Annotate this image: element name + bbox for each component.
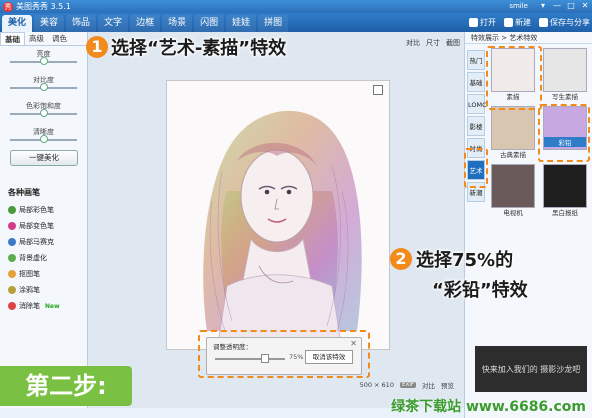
step1-annotation: 1 选择“艺术-素描”特效 [86,34,286,60]
brush-mosaic[interactable]: 局部马赛克 [8,234,60,250]
site-watermark: 绿茶下载站 www.6686.com [391,399,586,415]
step2-annotation: 2 选择75%的 [390,246,513,272]
preview-toggle[interactable]: 预览 [441,380,454,390]
step1-number: 1 [86,36,108,58]
effect-thumb-newspaper[interactable]: 黑白报纸 [543,164,587,217]
brush-icon [8,206,16,214]
save-icon [539,18,548,27]
brush-eraser[interactable]: 消除笔 New [8,298,60,314]
category-basic[interactable]: 基础 [467,72,485,92]
contrast-slider[interactable]: 对比度 [0,72,87,98]
ad-banner[interactable]: 快来加入我们的 摄影沙龙吧 [475,346,587,392]
step2-number: 2 [390,248,412,270]
app-logo-icon: 秀 [3,1,13,12]
brush-section-title: 各种画笔 [8,188,40,197]
sketch-portrait-image [167,81,389,349]
sharpness-slider[interactable]: 清晰度 [0,124,87,150]
highlight-sketch-thumb [486,46,542,110]
main-tab-bar: 美化 美容 饰品 文字 边框 场景 闪图 娃娃 拼图 打开 新建 保存与分享 [0,13,592,32]
slider-knob[interactable] [40,83,48,91]
canvas-toolbar: 对比 尺寸 截图 [406,38,460,48]
eraser-icon [8,302,16,310]
brush-local-recolor[interactable]: 局部变色笔 [8,218,60,234]
category-lomo[interactable]: LOMO [467,94,487,114]
close-icon[interactable]: ✕ [580,1,590,11]
step-label: 第二步: [0,366,132,406]
step1-text: 选择“艺术-素描”特效 [111,38,287,59]
plus-icon [504,18,513,27]
pencil-icon [8,286,16,294]
tab-accessories[interactable]: 饰品 [66,15,97,32]
brush-local-color[interactable]: 局部彩色笔 [8,202,60,218]
save-share-button[interactable]: 保存与分享 [539,17,590,28]
tab-doll[interactable]: 娃娃 [226,15,257,32]
effects-breadcrumb: 特效展示 > 艺术特效 [465,32,592,44]
one-click-beautify-button[interactable]: 一键美化 [10,150,78,166]
status-bar: 500 × 610 EXIF 对比 预览 [88,378,464,392]
image-size: 500 × 610 [359,381,394,389]
brush-cutout[interactable]: 抠图笔 [8,266,60,282]
menu-icon[interactable]: ▾ [538,1,548,11]
minimize-icon[interactable]: — [552,1,562,11]
step2-annotation-line2: “彩铅”特效 [432,276,528,302]
saturation-slider[interactable]: 色彩饱和度 [0,98,87,124]
window-title: 美图秀秀 3.5.1 [16,2,71,11]
screenshot-tool[interactable]: 截图 [446,38,460,48]
effect-thumb-tv[interactable]: 电视机 [491,164,535,217]
photo-preview[interactable] [166,80,390,350]
size-tool[interactable]: 尺寸 [426,38,440,48]
maximize-icon[interactable]: □ [566,1,576,11]
highlight-transparency-dialog [198,330,370,378]
open-button[interactable]: 打开 [469,17,496,28]
slider-knob[interactable] [40,135,48,143]
highlight-art-category [464,148,488,188]
tab-text[interactable]: 文字 [98,15,129,32]
effect-thumb-classic-sketch[interactable]: 古典素描 [491,106,535,159]
new-button[interactable]: 新建 [504,17,531,28]
tab-beauty[interactable]: 美容 [34,15,65,32]
subtab-basic[interactable]: 基础 [0,32,25,45]
blur-icon [8,254,16,262]
adjust-subtabs: 基础 高级 调色 [0,32,87,46]
subtab-advanced[interactable]: 高级 [25,32,48,45]
cutout-icon [8,270,16,278]
brush-icon [8,222,16,230]
compare-toggle[interactable]: 对比 [422,380,435,390]
user-name[interactable]: smile [509,2,528,10]
tab-border[interactable]: 边框 [130,15,161,32]
brightness-slider[interactable]: 亮度 [0,46,87,72]
tab-flash[interactable]: 闪图 [194,15,225,32]
tab-collage[interactable]: 拼图 [258,15,289,32]
tab-beautify[interactable]: 美化 [2,15,33,32]
hint-box[interactable] [373,85,383,95]
highlight-color-pencil-thumb [538,104,590,162]
step2-text-line1: 选择75%的 [416,250,514,271]
category-hot[interactable]: 热门 [467,50,485,70]
category-studio[interactable]: 影楼 [467,116,485,136]
brush-blur-background[interactable]: 背景虚化 [8,250,60,266]
new-badge: New [45,302,60,310]
tab-scene[interactable]: 场景 [162,15,193,32]
step2-text-line2: “彩铅”特效 [432,280,528,301]
folder-icon [469,18,478,27]
adjust-panel: 基础 高级 调色 亮度 对比度 色彩饱和度 清晰度 一键美化 各种画笔 局部彩色… [0,32,88,408]
slider-knob[interactable] [40,109,48,117]
brush-list: 局部彩色笔 局部变色笔 局部马赛克 背景虚化 抠图笔 涂鸦笔 消除笔 New [8,202,60,314]
subtab-color[interactable]: 调色 [48,32,71,45]
exif-badge[interactable]: EXIF [399,382,416,388]
title-bar: 秀 美图秀秀 3.5.1 smile ▾ — □ ✕ [0,0,592,13]
slider-knob[interactable] [40,57,48,65]
brush-doodle[interactable]: 涂鸦笔 [8,282,60,298]
effect-thumb-life-sketch[interactable]: 写生素描 [543,48,587,101]
mosaic-icon [8,238,16,246]
compare-tool[interactable]: 对比 [406,38,420,48]
